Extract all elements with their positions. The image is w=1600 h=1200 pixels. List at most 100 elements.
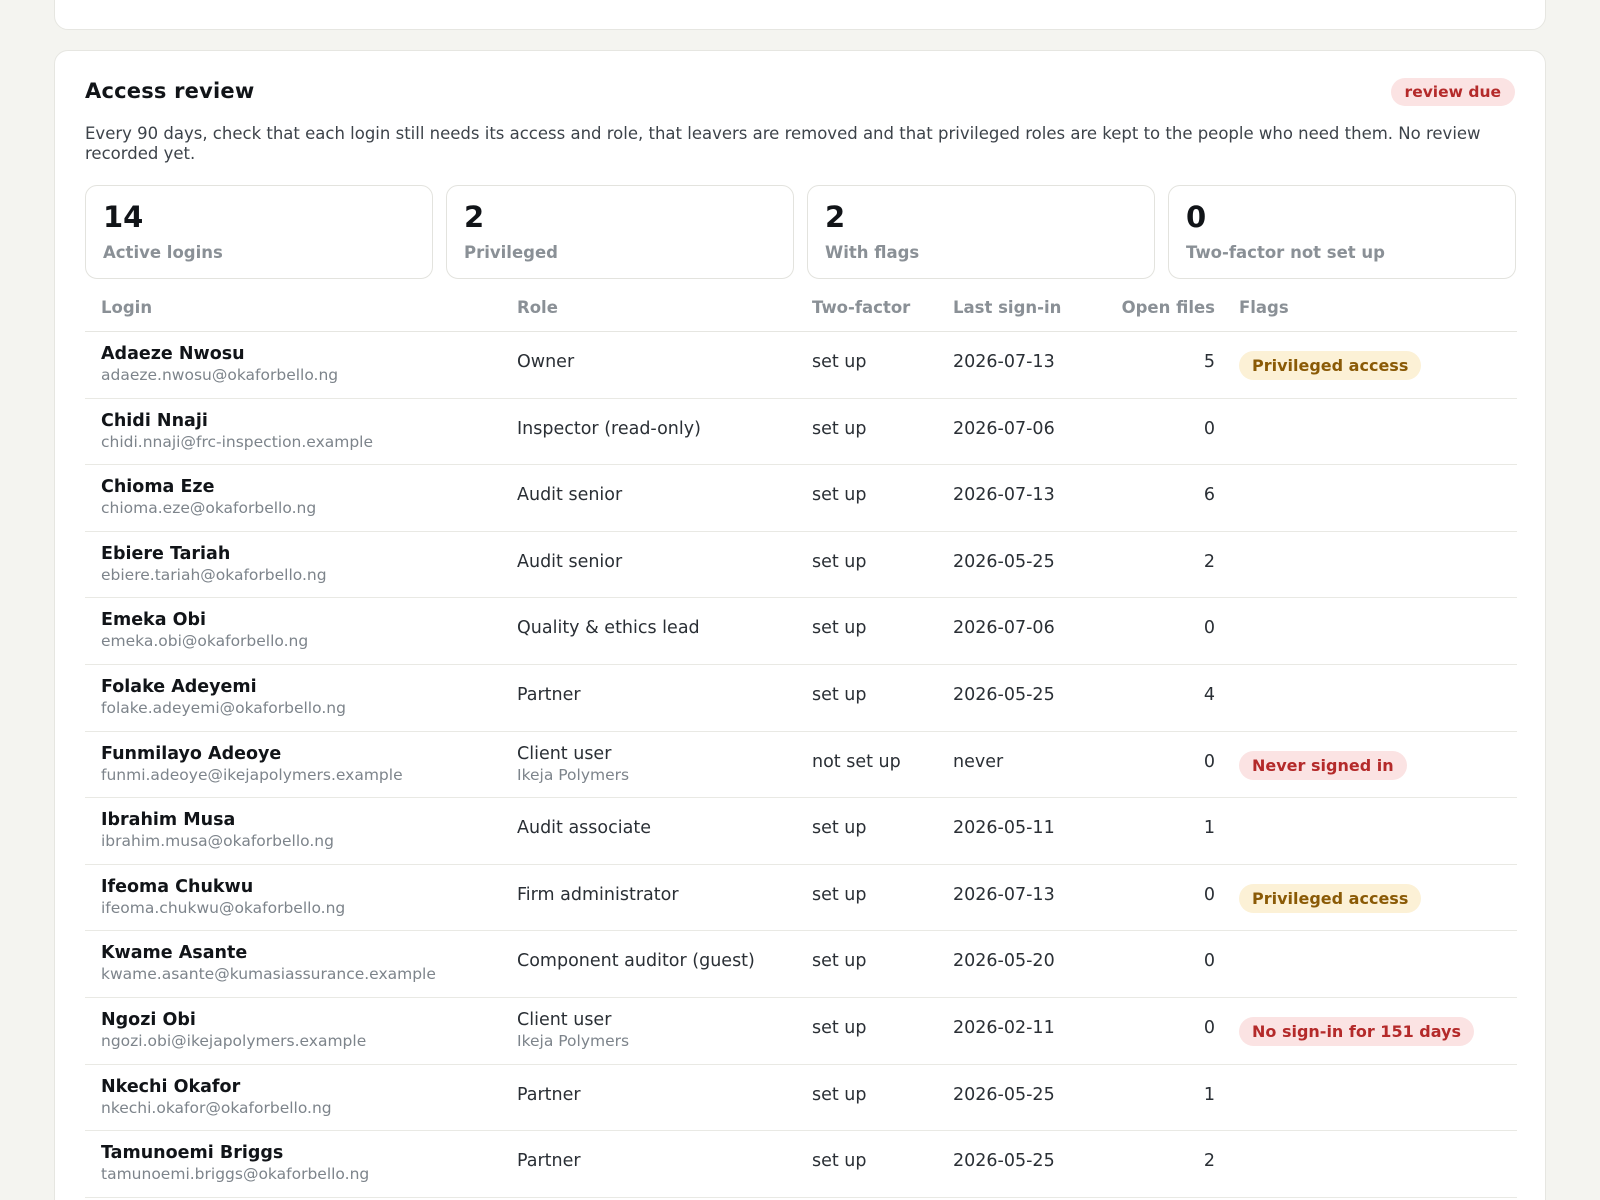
role-cell: Component auditor (guest) — [517, 951, 755, 972]
login-name[interactable]: Kwame Asante — [101, 943, 247, 963]
table-row[interactable]: Chidi Nnaji chidi.nnaji@frc-inspection.ex… — [85, 399, 1517, 466]
stat-value: 2 — [464, 200, 485, 234]
login-name[interactable]: Chioma Eze — [101, 477, 214, 497]
table-header: Login Role Two-factor Last sign-in Open … — [85, 283, 1517, 332]
login-email: ngozi.obi@ikejapolymers.example — [101, 1031, 367, 1050]
flag-badge: No sign-in for 151 days — [1239, 1016, 1474, 1046]
column-header-flags[interactable]: Flags — [1239, 298, 1289, 317]
card-title: Access review — [85, 79, 255, 103]
last-sign-in-cell: 2026-07-06 — [953, 618, 1055, 639]
last-sign-in-cell: 2026-05-20 — [953, 951, 1055, 972]
open-files-cell: 5 — [1203, 352, 1215, 372]
table-row[interactable]: Chioma Eze chioma.eze@okaforbello.ng Audit… — [85, 465, 1517, 532]
table-row[interactable]: Funmilayo Adeoye funmi.adeoye@ikejapolyme… — [85, 732, 1517, 799]
open-files-cell: 6 — [1203, 485, 1215, 506]
login-name[interactable]: Ngozi Obi — [101, 1010, 196, 1030]
login-name[interactable]: Adaeze Nwosu — [101, 344, 245, 364]
role-cell: Client user — [517, 743, 612, 764]
role-cell: Firm administrator — [517, 884, 679, 905]
login-email: tamunoemi.briggs@okaforbello.ng — [101, 1165, 370, 1184]
open-files-cell: 0 — [1203, 751, 1215, 772]
table-row[interactable]: Emeka Obi emeka.obi@okaforbello.ng Quality… — [85, 598, 1517, 665]
last-sign-in-cell: 2026-07-06 — [953, 418, 1055, 439]
last-sign-in-cell: 2026-07-13 — [953, 485, 1055, 506]
login-name[interactable]: Tamunoemi Briggs — [101, 1143, 283, 1163]
two-factor-cell: set up — [812, 1017, 867, 1038]
open-files-cell: 0 — [1203, 884, 1215, 905]
column-header-two-factor[interactable]: Two-factor — [812, 298, 910, 317]
last-sign-in-cell: 2026-07-13 — [953, 884, 1055, 905]
flag-badge: Privileged access — [1239, 351, 1422, 380]
table-row[interactable]: Folake Adeyemi folake.adeyemi@okaforbello… — [85, 665, 1517, 732]
access-review-card: Access review review due Every 90 days, … — [54, 50, 1546, 1200]
last-sign-in-cell: 2026-05-25 — [953, 1151, 1055, 1172]
role-organisation: Ikeja Polymers — [517, 765, 630, 784]
column-header-role[interactable]: Role — [517, 298, 558, 317]
last-sign-in-cell: 2026-07-13 — [953, 352, 1055, 372]
table-row[interactable]: Kwame Asante kwame.asante@kumasiassurance… — [85, 931, 1517, 998]
table-row[interactable]: Ibrahim Musa ibrahim.musa@okaforbello.ng A… — [85, 798, 1517, 865]
access-table: Login Role Two-factor Last sign-in Open … — [85, 283, 1517, 1198]
table-row[interactable]: Ngozi Obi ngozi.obi@ikejapolymers.example… — [85, 998, 1517, 1065]
open-files-cell: 2 — [1203, 1151, 1215, 1172]
role-cell: Client user — [517, 1009, 612, 1030]
login-name[interactable]: Ebiere Tariah — [101, 544, 230, 564]
column-header-login[interactable]: Login — [101, 298, 152, 317]
last-sign-in-cell: 2026-05-25 — [953, 684, 1055, 705]
login-email: emeka.obi@okaforbello.ng — [101, 632, 309, 651]
stat-label: Privileged — [464, 243, 558, 262]
stat-value: 0 — [1186, 200, 1207, 234]
stat-label: With flags — [825, 243, 920, 262]
login-name[interactable]: Folake Adeyemi — [101, 677, 257, 697]
open-files-cell: 1 — [1203, 1084, 1215, 1105]
open-files-cell: 0 — [1203, 1017, 1215, 1038]
two-factor-cell: not set up — [812, 751, 901, 772]
login-email: ebiere.tariah@okaforbello.ng — [101, 565, 327, 584]
table-row[interactable]: Tamunoemi Briggs tamunoemi.briggs@okaforb… — [85, 1131, 1517, 1198]
stat-two-factor-not-set-up: 0 Two-factor not set up — [1168, 185, 1516, 279]
column-header-last-sign-in[interactable]: Last sign-in — [953, 298, 1061, 317]
last-sign-in-cell: 2026-05-25 — [953, 551, 1055, 572]
login-name[interactable]: Emeka Obi — [101, 610, 206, 630]
previous-card — [54, 0, 1546, 30]
login-email: chidi.nnaji@frc-inspection.example — [101, 432, 374, 451]
login-email: adaeze.nwosu@okaforbello.ng — [101, 366, 339, 384]
two-factor-cell: set up — [812, 418, 867, 439]
stat-active-logins: 14 Active logins — [85, 185, 433, 279]
two-factor-cell: set up — [812, 1084, 867, 1105]
stat-value: 14 — [103, 200, 144, 234]
login-name[interactable]: Chidi Nnaji — [101, 411, 208, 431]
table-row[interactable]: Adaeze Nwosu adaeze.nwosu@okaforbello.ng O… — [85, 332, 1517, 399]
login-name[interactable]: Ifeoma Chukwu — [101, 877, 253, 897]
last-sign-in-cell: 2026-05-11 — [953, 818, 1055, 839]
two-factor-cell: set up — [812, 352, 867, 372]
table-row[interactable]: Ebiere Tariah ebiere.tariah@okaforbello.n… — [85, 532, 1517, 599]
card-description: Every 90 days, check that each login sti… — [85, 124, 1481, 163]
last-sign-in-cell: 2026-05-25 — [953, 1084, 1055, 1105]
stat-label: Two-factor not set up — [1186, 243, 1385, 262]
open-files-cell: 1 — [1203, 818, 1215, 839]
two-factor-cell: set up — [812, 618, 867, 639]
login-name[interactable]: Ibrahim Musa — [101, 810, 235, 830]
role-cell: Audit senior — [517, 485, 623, 506]
column-header-open-files[interactable]: Open files — [1115, 298, 1215, 317]
flag-badge: Never signed in — [1239, 750, 1407, 780]
role-cell: Partner — [517, 1151, 581, 1172]
login-email: nkechi.okafor@okaforbello.ng — [101, 1098, 332, 1117]
login-email: kwame.asante@kumasiassurance.example — [101, 965, 436, 984]
stat-privileged: 2 Privileged — [446, 185, 794, 279]
role-cell: Partner — [517, 684, 581, 705]
login-email: folake.adeyemi@okaforbello.ng — [101, 698, 346, 717]
table-row[interactable]: Nkechi Okafor nkechi.okafor@okaforbello.n… — [85, 1065, 1517, 1132]
stat-label: Active logins — [103, 243, 223, 262]
two-factor-cell: set up — [812, 551, 867, 572]
two-factor-cell: set up — [812, 485, 867, 506]
flag-badge: Privileged access — [1239, 883, 1422, 913]
login-name[interactable]: Funmilayo Adeoye — [101, 744, 281, 764]
table-row[interactable]: Ifeoma Chukwu ifeoma.chukwu@okaforbello.n… — [85, 865, 1517, 932]
role-cell: Audit senior — [517, 551, 623, 572]
login-name[interactable]: Nkechi Okafor — [101, 1077, 240, 1097]
login-email: chioma.eze@okaforbello.ng — [101, 499, 317, 518]
last-sign-in-cell: 2026-02-11 — [953, 1017, 1055, 1038]
two-factor-cell: set up — [812, 684, 867, 705]
